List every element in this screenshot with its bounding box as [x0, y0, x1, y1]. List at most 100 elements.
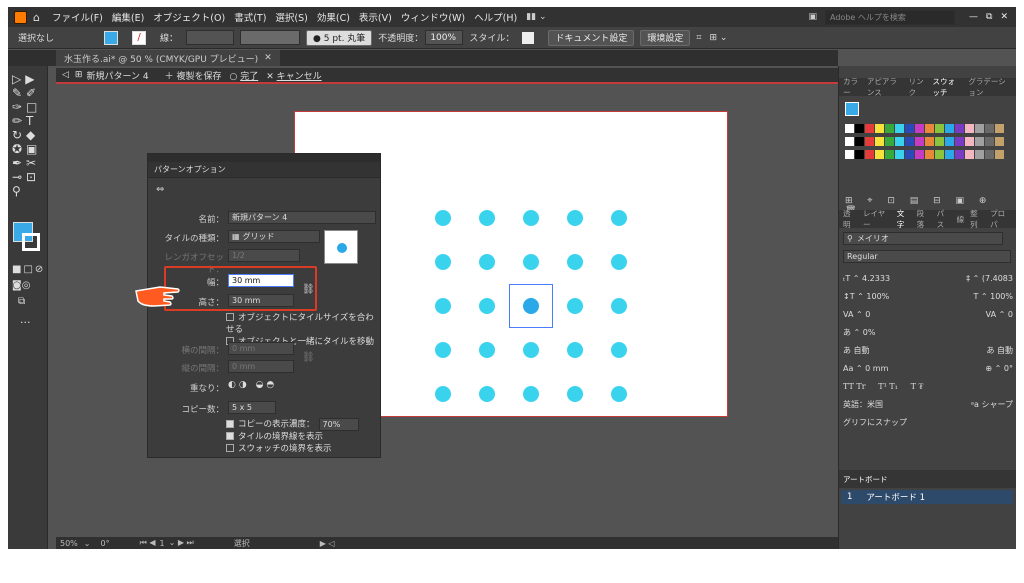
document-setup-button[interactable]: ドキュメント設定: [548, 29, 635, 46]
tab-properties[interactable]: プロパ: [990, 208, 1011, 230]
tab-character[interactable]: 文字: [897, 208, 911, 230]
menu-window[interactable]: ウィンドウ(W): [401, 10, 465, 24]
home-icon[interactable]: ⌂: [33, 11, 40, 24]
swatch[interactable]: [875, 150, 884, 159]
save-copy-button[interactable]: ＋ 複製を保存: [165, 69, 222, 82]
font-family-field[interactable]: ⚲ メイリオ: [843, 232, 1003, 245]
swatch[interactable]: [855, 137, 864, 146]
swatch[interactable]: [945, 137, 954, 146]
rotate-tool-icon[interactable]: ↻◆: [12, 128, 43, 142]
zoom-tool-icon[interactable]: ⚲: [12, 184, 43, 198]
swatch[interactable]: [905, 150, 914, 159]
pencil-tool-icon[interactable]: ✏T: [12, 114, 43, 128]
tab-path[interactable]: パス: [937, 208, 951, 230]
v-spacing-field[interactable]: 0 mm: [228, 360, 294, 373]
swatch[interactable]: [955, 150, 964, 159]
overlap-icons[interactable]: ◐◑ ◒◓: [228, 380, 277, 390]
screen-mode-icon[interactable]: ⧉: [18, 296, 25, 307]
swatch[interactable]: [995, 137, 1004, 146]
close-icon[interactable]: ✕: [1000, 12, 1008, 22]
swatch[interactable]: [855, 124, 864, 133]
vertical-scale-field[interactable]: ↕T ⌃ 100%: [843, 288, 889, 306]
rotation-field[interactable]: 0°: [100, 539, 109, 548]
tab-gradient[interactable]: グラデーション: [968, 76, 1010, 98]
h-spacing-field[interactable]: 0 mm: [228, 342, 294, 355]
transform-icon[interactable]: ⌗: [696, 33, 701, 43]
stroke-swatch-icon[interactable]: /: [132, 30, 147, 45]
menu-view[interactable]: 表示(V): [359, 10, 392, 24]
swatch[interactable]: [855, 150, 864, 159]
swatch[interactable]: [925, 124, 934, 133]
swatch[interactable]: [915, 124, 924, 133]
font-size-field[interactable]: ₜT ⌃ 4.2333: [843, 270, 890, 288]
tab-align[interactable]: 整列: [970, 208, 984, 230]
char-rotation-field[interactable]: ⊕ ⌃ 0°: [985, 360, 1013, 378]
dim-value-field[interactable]: 70%: [318, 418, 359, 431]
dim-copies-checkbox[interactable]: コピーの表示濃度： 70%: [226, 418, 359, 431]
swatch[interactable]: [905, 137, 914, 146]
draw-mode-icons[interactable]: ◙◎: [12, 280, 30, 291]
workspace-switcher-icon[interactable]: ▮▮ ⌄: [526, 12, 546, 22]
arrange-docs-icon[interactable]: ▣: [809, 12, 818, 22]
blend-tool-icon[interactable]: ⊸⊡: [12, 170, 43, 184]
color-mode-icons[interactable]: ■□⊘: [12, 264, 45, 275]
warp-tool-icon[interactable]: ✪▣: [12, 142, 43, 156]
swatch[interactable]: [925, 150, 934, 159]
tab-appearance[interactable]: アピアランス: [867, 76, 903, 98]
tab-artboards[interactable]: アートボード: [843, 474, 888, 485]
swatch[interactable]: [965, 150, 974, 159]
text-style-icons[interactable]: TT Tr T¹ T₁ T ₮: [843, 378, 1013, 396]
swatch[interactable]: [845, 137, 854, 146]
help-search-input[interactable]: Adobe ヘルプを検索: [825, 9, 956, 25]
menu-help[interactable]: ヘルプ(H): [474, 10, 517, 24]
kerning-field[interactable]: VA ⌃ 0: [843, 306, 870, 324]
swatch[interactable]: [865, 150, 874, 159]
page-nav-icon[interactable]: ⏮ ◀: [140, 538, 156, 548]
done-button[interactable]: ○ 完了: [229, 69, 258, 82]
tile-selection-box[interactable]: [509, 284, 553, 328]
swatch[interactable]: [965, 124, 974, 133]
menu-type[interactable]: 書式(T): [234, 10, 266, 24]
tile-type-select[interactable]: ▦ グリッド: [228, 230, 320, 243]
aki-right-field[interactable]: あ 自動: [986, 342, 1013, 360]
menu-object[interactable]: オブジェクト(O): [153, 10, 225, 24]
horizontal-scale-field[interactable]: T ⌃ 100%: [973, 288, 1013, 306]
tab-color[interactable]: カラー: [843, 76, 861, 98]
swatch[interactable]: [975, 150, 984, 159]
swatch[interactable]: [885, 124, 894, 133]
artboard-list-item[interactable]: 1 アートボード 1: [841, 490, 1013, 504]
tab-close-icon[interactable]: ✕: [264, 53, 272, 63]
swatch[interactable]: [955, 124, 964, 133]
swatch[interactable]: [945, 150, 954, 159]
page-field[interactable]: 1: [159, 539, 164, 548]
swatch[interactable]: [865, 137, 874, 146]
tab-transparency[interactable]: 透明: [843, 208, 857, 230]
style-swatch[interactable]: [522, 31, 535, 44]
more-tools-icon[interactable]: ···: [20, 316, 31, 329]
swatch[interactable]: [955, 137, 964, 146]
variable-width-field[interactable]: [240, 30, 301, 45]
swatch[interactable]: [895, 150, 904, 159]
show-swatch-bounds-checkbox[interactable]: スウォッチの境界を表示: [226, 443, 359, 455]
swatch[interactable]: [885, 137, 894, 146]
menu-select[interactable]: 選択(S): [275, 10, 307, 24]
aki-left-field[interactable]: あ 自動: [843, 342, 870, 360]
swatch[interactable]: [875, 137, 884, 146]
menu-effect[interactable]: 効果(C): [317, 10, 350, 24]
baseline-field[interactable]: Aa ⌃ 0 mm: [843, 360, 888, 378]
show-tile-edge-checkbox[interactable]: タイルの境界線を表示: [226, 431, 359, 443]
swatch[interactable]: [905, 124, 914, 133]
swatch[interactable]: [915, 137, 924, 146]
swatch[interactable]: [865, 124, 874, 133]
pattern-name-field[interactable]: 新規パターン 4: [228, 211, 376, 224]
stroke-weight-field[interactable]: [186, 30, 235, 45]
tab-layers[interactable]: レイヤー: [863, 208, 891, 230]
stroke-color-icon[interactable]: [22, 233, 40, 251]
fill-swatch[interactable]: [104, 30, 119, 45]
leading-field[interactable]: ‡ ⌃ (7.4083: [966, 270, 1013, 288]
swatch[interactable]: [985, 150, 994, 159]
align-icon[interactable]: ⊞ ⌄: [709, 33, 727, 43]
swatch[interactable]: [985, 124, 994, 133]
tab-paragraph[interactable]: 段落: [917, 208, 931, 230]
swatch[interactable]: [915, 150, 924, 159]
